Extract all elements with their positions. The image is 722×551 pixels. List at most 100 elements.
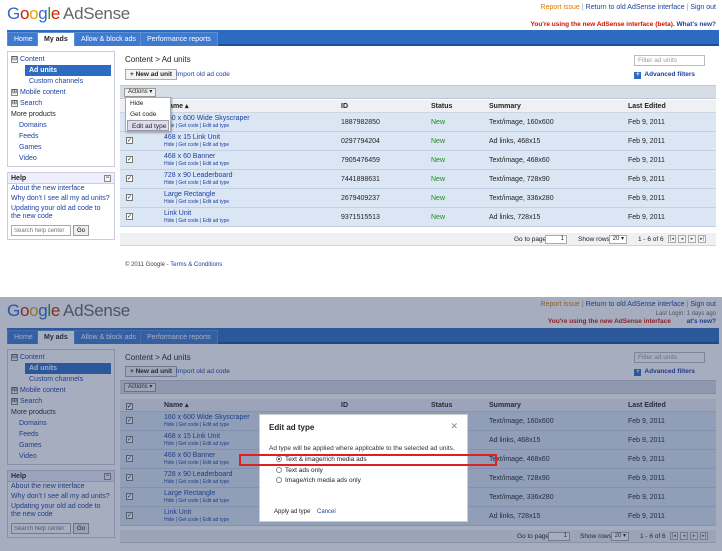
status-badge: New — [431, 214, 446, 221]
ad-unit-summary: Text/image, 336x280 — [489, 195, 554, 202]
sidebar-item-domains[interactable]: Domains — [11, 120, 111, 131]
last-edited-date: Feb 9, 2011 — [628, 214, 665, 221]
sidebar: ⊟ Content Ad units Custom channels ⊞ Mobil… — [7, 51, 115, 240]
tab-my-ads[interactable]: My ads — [37, 32, 75, 46]
goto-page-label: Go to page: — [514, 236, 548, 243]
rows-select[interactable]: 20 ▾ — [609, 235, 627, 244]
apply-ad-type-button[interactable]: Apply ad type — [274, 509, 310, 515]
menu-item-get-code[interactable]: Get code — [126, 109, 170, 120]
table-row[interactable]: ✓160 x 600 Wide SkyscraperHide | Get cod… — [120, 113, 716, 132]
option-image-rich-media-only[interactable]: Image/rich media ads only — [276, 477, 361, 484]
sidebar-item-custom-channels[interactable]: Custom channels — [11, 76, 111, 87]
row-action-links[interactable]: Hide | Get code | Edit ad type — [164, 199, 229, 205]
help-search-input[interactable] — [11, 225, 71, 236]
sidebar-item-video[interactable]: Video — [11, 153, 111, 164]
screenshot-actions-menu: Google AdSense Report issue | Return to old… — [0, 0, 722, 272]
help-link[interactable]: About the new interface — [8, 184, 114, 194]
cancel-button[interactable]: Cancel — [317, 509, 336, 515]
ad-unit-name-link[interactable]: 468 x 15 Link Unit — [164, 133, 229, 142]
help-link[interactable]: Why don't I see all my ad units? — [8, 194, 114, 204]
return-old-interface-link[interactable]: Return to old AdSense interface — [586, 4, 685, 11]
table-row[interactable]: ✓ 468 x 15 Link Unit Hide | Get code | Edi… — [120, 132, 716, 151]
sign-out-link[interactable]: Sign out — [690, 4, 716, 11]
adsense-logo: Google AdSense — [7, 4, 130, 23]
row-action-links[interactable]: Hide | Get code | Edit ad type — [164, 180, 233, 186]
actions-button[interactable]: Actions ▾ — [124, 88, 157, 97]
expand-icon[interactable]: ⊞ — [11, 88, 18, 96]
ad-unit-name-link[interactable]: Large Rectangle — [164, 190, 229, 199]
edit-ad-type-dialog: Edit ad type ✕ Ad type will be applied w… — [259, 414, 468, 522]
sidebar-item-mobile-content[interactable]: ⊞ Mobile content — [11, 87, 111, 98]
column-summary[interactable]: Summary — [489, 100, 521, 113]
menu-item-edit-ad-type[interactable]: Edit ad type — [127, 120, 169, 131]
row-action-links[interactable]: Hide | Get code | Edit ad type — [164, 123, 250, 129]
ad-units-table: Name ▴ ID Status Summary Last Edited ✓16… — [120, 100, 716, 227]
option-text-ads-only[interactable]: Text ads only — [276, 467, 323, 474]
plus-icon: + — [634, 72, 642, 79]
status-badge: New — [431, 176, 446, 183]
prev-page-icon[interactable]: ◂ — [678, 235, 686, 243]
ad-unit-name-link[interactable]: 728 x 90 Leaderboard — [164, 171, 233, 180]
row-action-links[interactable]: Hide | Get code | Edit ad type — [164, 142, 229, 148]
ad-unit-summary: Text/image, 728x90 — [489, 176, 550, 183]
sidebar-item-feeds[interactable]: Feeds — [11, 131, 111, 142]
status-badge: New — [431, 119, 446, 126]
table-row[interactable]: ✓ Link Unit Hide | Get code | Edit ad type… — [120, 208, 716, 227]
help-go-button[interactable]: Go — [73, 225, 90, 236]
help-link[interactable]: Updating your old ad code to the new cod… — [8, 204, 114, 222]
ad-unit-id: 2679409237 — [341, 195, 380, 202]
first-page-icon[interactable]: |◂ — [668, 235, 676, 243]
ad-unit-name-link[interactable]: Link Unit — [164, 209, 229, 218]
sidebar-item-ad-units[interactable]: Ad units — [25, 65, 111, 76]
row-checkbox[interactable]: ✓ — [126, 137, 133, 144]
highlight-annotation — [239, 454, 497, 466]
terms-link[interactable]: Terms & Conditions — [170, 262, 222, 268]
sidebar-item-games[interactable]: Games — [11, 142, 111, 153]
row-checkbox[interactable]: ✓ — [126, 156, 133, 163]
more-products-label: More products — [11, 111, 56, 118]
last-edited-date: Feb 9, 2011 — [628, 138, 665, 145]
sidebar-item-content[interactable]: ⊟ Content — [11, 54, 111, 65]
table-row[interactable]: ✓ 728 x 90 Leaderboard Hide | Get code | E… — [120, 170, 716, 189]
tab-performance-reports[interactable]: Performance reports — [140, 32, 218, 46]
advanced-filters-link[interactable]: + Advanced filters — [634, 71, 695, 79]
filter-ad-units-input[interactable]: Filter ad units — [634, 55, 705, 66]
menu-item-hide[interactable]: Hide — [126, 98, 170, 109]
dialog-title: Edit ad type — [269, 423, 315, 432]
table-row[interactable]: ✓ Large Rectangle Hide | Get code | Edit a… — [120, 189, 716, 208]
collapse-icon[interactable]: ⊟ — [11, 55, 18, 63]
next-page-icon[interactable]: ▸ — [688, 235, 696, 243]
row-checkbox[interactable]: ✓ — [126, 194, 133, 201]
close-icon[interactable]: ✕ — [450, 421, 458, 432]
column-id[interactable]: ID — [341, 100, 348, 113]
last-page-icon[interactable]: ▸| — [698, 235, 706, 243]
ad-unit-summary: Ad links, 728x15 — [489, 214, 541, 221]
import-old-ad-code-link[interactable]: Import old ad code — [176, 71, 230, 78]
row-action-links[interactable]: Hide | Get code | Edit ad type — [164, 218, 229, 224]
last-edited-date: Feb 9, 2011 — [628, 195, 665, 202]
row-action-links[interactable]: Hide | Get code | Edit ad type — [164, 161, 229, 167]
page-input[interactable]: 1 — [545, 235, 567, 244]
ad-unit-name-link[interactable]: 160 x 600 Wide Skyscraper — [164, 114, 250, 123]
row-checkbox[interactable]: ✓ — [126, 175, 133, 182]
main-nav: Home My ads Allow & block ads Performanc… — [7, 30, 719, 46]
column-last-edited[interactable]: Last Edited — [628, 100, 666, 113]
new-ad-unit-button[interactable]: + New ad unit — [125, 69, 178, 80]
radio-icon[interactable] — [276, 477, 282, 484]
report-issue-link[interactable]: Report issue — [541, 4, 580, 11]
last-edited-date: Feb 9, 2011 — [628, 176, 665, 183]
main-content: Content > Ad units + New ad unit Import … — [120, 51, 716, 269]
minimize-icon[interactable]: − — [104, 175, 111, 182]
sidebar-item-search[interactable]: ⊞ Search — [11, 98, 111, 109]
tab-allow-block-ads[interactable]: Allow & block ads — [74, 32, 143, 46]
table-row[interactable]: ✓ 468 x 60 Banner Hide | Get code | Edit a… — [120, 151, 716, 170]
ad-unit-name-link[interactable]: 468 x 60 Banner — [164, 152, 229, 161]
beta-notice: You're using the new AdSense interface (… — [530, 21, 717, 28]
expand-icon[interactable]: ⊞ — [11, 99, 18, 107]
row-checkbox[interactable]: ✓ — [126, 213, 133, 220]
tab-home[interactable]: Home — [7, 32, 40, 46]
help-box: Help − About the new interface Why don't … — [7, 172, 115, 240]
column-status[interactable]: Status — [431, 100, 452, 113]
radio-icon[interactable] — [276, 467, 282, 474]
whats-new-link[interactable]: What's new? — [677, 21, 716, 28]
